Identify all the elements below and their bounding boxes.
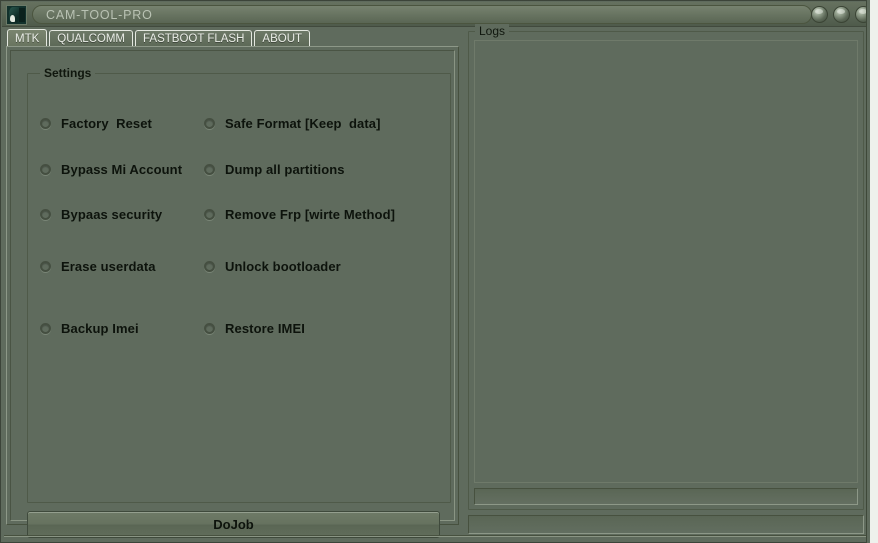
title-bar[interactable]: CAM-TOOL-PRO — [2, 2, 878, 27]
radio-label: Erase userdata — [61, 259, 156, 274]
window-title: CAM-TOOL-PRO — [46, 8, 153, 22]
radio-icon[interactable] — [204, 118, 215, 129]
mtk-tab-page-inner: Settings Factory Reset Bypass Mi Account — [10, 50, 455, 538]
title-pill: CAM-TOOL-PRO — [32, 5, 812, 24]
window-frame: CAM-TOOL-PRO MTK QUALCOMM FASTBOOT FLASH… — [0, 0, 878, 543]
radio-dump-all-partitions[interactable]: Dump all partitions — [204, 162, 345, 177]
radio-icon[interactable] — [204, 261, 215, 272]
window-controls — [811, 6, 872, 23]
tab-qualcomm[interactable]: QUALCOMM — [49, 30, 134, 47]
radio-label: Factory Reset — [61, 116, 152, 131]
radio-factory-reset[interactable]: Factory Reset — [40, 116, 152, 131]
app-icon — [6, 5, 27, 25]
radio-icon[interactable] — [40, 323, 51, 334]
radio-icon[interactable] — [204, 209, 215, 220]
radio-icon[interactable] — [204, 323, 215, 334]
radio-label: Dump all partitions — [225, 162, 345, 177]
tab-about[interactable]: ABOUT — [254, 30, 311, 47]
radio-safe-format[interactable]: Safe Format [Keep data] — [204, 116, 381, 131]
app-icon-shape-secondary — [19, 8, 25, 22]
radio-icon[interactable] — [40, 118, 51, 129]
radio-bypaas-security[interactable]: Bypaas security — [40, 207, 162, 222]
logs-groupbox-title: Logs — [475, 24, 510, 38]
logs-status-strip — [474, 488, 858, 505]
radio-icon[interactable] — [40, 261, 51, 272]
minimize-button[interactable] — [811, 6, 828, 23]
window-right-edge — [870, 0, 878, 543]
settings-options: Factory Reset Bypass Mi Account Bypaas s… — [28, 74, 450, 502]
radio-remove-frp[interactable]: Remove Frp [wirte Method] — [204, 207, 395, 222]
maximize-button[interactable] — [833, 6, 850, 23]
logs-textarea[interactable] — [474, 40, 858, 483]
radio-backup-imei[interactable]: Backup Imei — [40, 321, 139, 336]
radio-label: Safe Format [Keep data] — [225, 116, 381, 131]
radio-label: Bypass Mi Account — [61, 162, 183, 177]
radio-label: Unlock bootloader — [225, 259, 341, 274]
radio-erase-userdata[interactable]: Erase userdata — [40, 259, 156, 274]
logs-content — [475, 41, 857, 45]
tab-fastboot-flash[interactable]: FASTBOOT FLASH — [135, 30, 253, 47]
window-bottom-divider — [4, 535, 874, 537]
settings-groupbox: Settings Factory Reset Bypass Mi Account — [27, 66, 451, 503]
logs-groupbox: Logs — [468, 24, 864, 510]
mtk-tab-page: Settings Factory Reset Bypass Mi Account — [6, 46, 459, 538]
radio-unlock-bootloader[interactable]: Unlock bootloader — [204, 259, 341, 274]
radio-label: Restore IMEI — [225, 321, 305, 336]
application-window: CAM-TOOL-PRO MTK QUALCOMM FASTBOOT FLASH… — [0, 0, 878, 543]
dojob-button[interactable]: DoJob — [27, 511, 440, 538]
radio-bypass-mi-account[interactable]: Bypass Mi Account — [40, 162, 182, 177]
radio-icon[interactable] — [40, 209, 51, 220]
radio-icon[interactable] — [40, 164, 51, 175]
radio-restore-imei[interactable]: Restore IMEI — [204, 321, 305, 336]
status-bar — [468, 515, 864, 534]
radio-label: Remove Frp [wirte Method] — [225, 207, 396, 222]
tab-mtk[interactable]: MTK — [7, 29, 48, 47]
app-icon-highlight — [10, 15, 15, 22]
radio-label: Bypaas security — [61, 207, 163, 222]
radio-icon[interactable] — [204, 164, 215, 175]
radio-label: Backup Imei — [61, 321, 139, 336]
tab-strip: MTK QUALCOMM FASTBOOT FLASH ABOUT — [7, 29, 311, 47]
